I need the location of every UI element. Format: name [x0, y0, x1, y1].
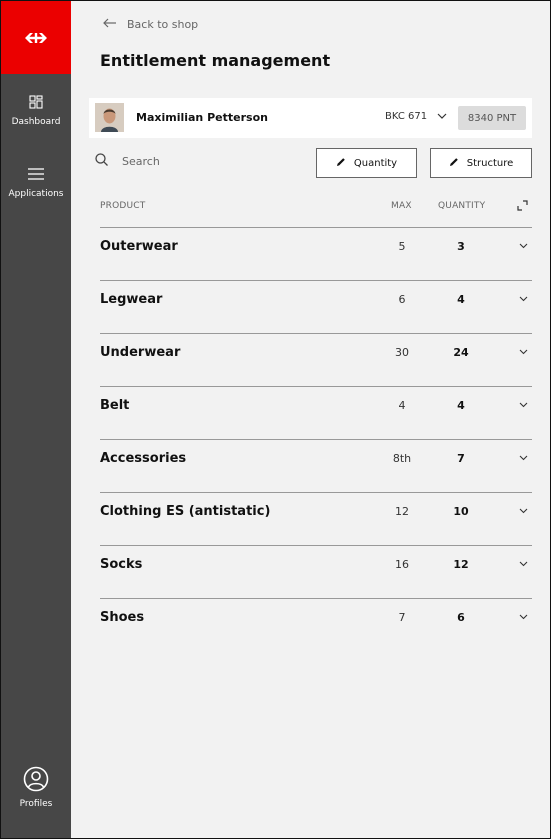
sidebar-item-applications[interactable]: Applications	[1, 165, 71, 199]
user-name: Maximilian Petterson	[136, 111, 268, 124]
user-circle-icon	[22, 765, 50, 793]
quantity-value: 3	[457, 240, 465, 253]
expand-all-icon[interactable]	[517, 200, 528, 214]
chevron-down-icon[interactable]	[517, 505, 529, 517]
quantity-value: 24	[453, 346, 469, 359]
account-select[interactable]: BKC 671	[385, 111, 447, 122]
arrow-left-icon	[103, 18, 117, 31]
search-field[interactable]	[95, 153, 295, 169]
chevron-down-icon[interactable]	[517, 293, 529, 305]
table-row[interactable]: Belt 4 4	[100, 386, 532, 439]
back-label: Back to shop	[127, 18, 199, 31]
quantity-value: 6	[457, 611, 465, 624]
quantity-value: 4	[457, 399, 465, 412]
product-name: Shoes	[100, 610, 145, 625]
chevron-down-icon[interactable]	[517, 346, 529, 358]
chevron-down-icon	[437, 111, 447, 122]
table-row[interactable]: Outerwear 5 3	[100, 227, 532, 280]
table-row[interactable]: Accessories 8th 7	[100, 439, 532, 492]
search-input[interactable]	[122, 154, 262, 168]
button-label: Structure	[466, 157, 514, 169]
table-row[interactable]: Underwear 30 24	[100, 333, 532, 386]
sidebar-item-label: Profiles	[19, 799, 53, 809]
edit-quantity-button[interactable]: Quantity	[316, 148, 417, 178]
table-header: PRODUCT MAX QUANTITY	[100, 200, 532, 215]
page-title: Entitlement management	[100, 51, 331, 70]
button-label: Quantity	[353, 157, 398, 169]
product-name: Belt	[100, 398, 130, 413]
edit-structure-button[interactable]: Structure	[430, 148, 532, 178]
account-value: BKC 671	[385, 111, 428, 122]
sidebar: Dashboard Applications Profiles	[1, 1, 71, 838]
quantity-value: 4	[457, 293, 465, 306]
product-name: Accessories	[100, 451, 187, 466]
user-card: Maximilian Petterson BKC 671 8340 PNT	[89, 98, 532, 138]
points-badge: 8340 PNT	[458, 106, 526, 130]
chevron-down-icon[interactable]	[517, 399, 529, 411]
quantity-value: 7	[457, 452, 465, 465]
column-header-max: MAX	[391, 201, 412, 211]
chevron-down-icon[interactable]	[517, 452, 529, 464]
table-row[interactable]: Shoes 7 6	[100, 598, 532, 651]
chevron-down-icon[interactable]	[517, 611, 529, 623]
product-name: Outerwear	[100, 239, 178, 254]
product-name: Socks	[100, 557, 143, 572]
main-content: Back to shop Entitlement management Maxi…	[71, 1, 550, 838]
pencil-icon	[336, 157, 346, 170]
table-row[interactable]: Legwear 6 4	[100, 280, 532, 333]
sbb-logo-icon[interactable]	[1, 1, 71, 74]
chevron-down-icon[interactable]	[517, 240, 529, 252]
app-frame: Dashboard Applications Profiles Back to …	[0, 0, 551, 839]
sidebar-item-dashboard[interactable]: Dashboard	[1, 93, 71, 127]
product-name: Clothing ES (antistatic)	[100, 504, 271, 519]
quantity-value: 10	[453, 505, 469, 518]
avatar	[95, 103, 124, 132]
back-to-shop-link[interactable]: Back to shop	[103, 18, 198, 31]
column-header-product: PRODUCT	[100, 201, 146, 211]
sidebar-item-label: Dashboard	[11, 117, 61, 127]
menu-lines-icon	[27, 165, 45, 183]
product-name: Underwear	[100, 345, 181, 360]
sidebar-item-label: Applications	[8, 189, 64, 199]
search-icon	[95, 153, 108, 169]
quantity-value: 12	[453, 558, 469, 571]
chevron-down-icon[interactable]	[517, 558, 529, 570]
sidebar-item-profiles[interactable]: Profiles	[1, 765, 71, 809]
product-name: Legwear	[100, 292, 163, 307]
column-header-quantity: QUANTITY	[438, 201, 486, 211]
table-row[interactable]: Clothing ES (antistatic) 12 10	[100, 492, 532, 545]
pencil-icon	[449, 157, 459, 170]
dashboard-grid-icon	[27, 93, 45, 111]
product-table: Outerwear 5 3 Legwear 6 4 Underwear 30 2…	[100, 227, 532, 651]
table-row[interactable]: Socks 16 12	[100, 545, 532, 598]
